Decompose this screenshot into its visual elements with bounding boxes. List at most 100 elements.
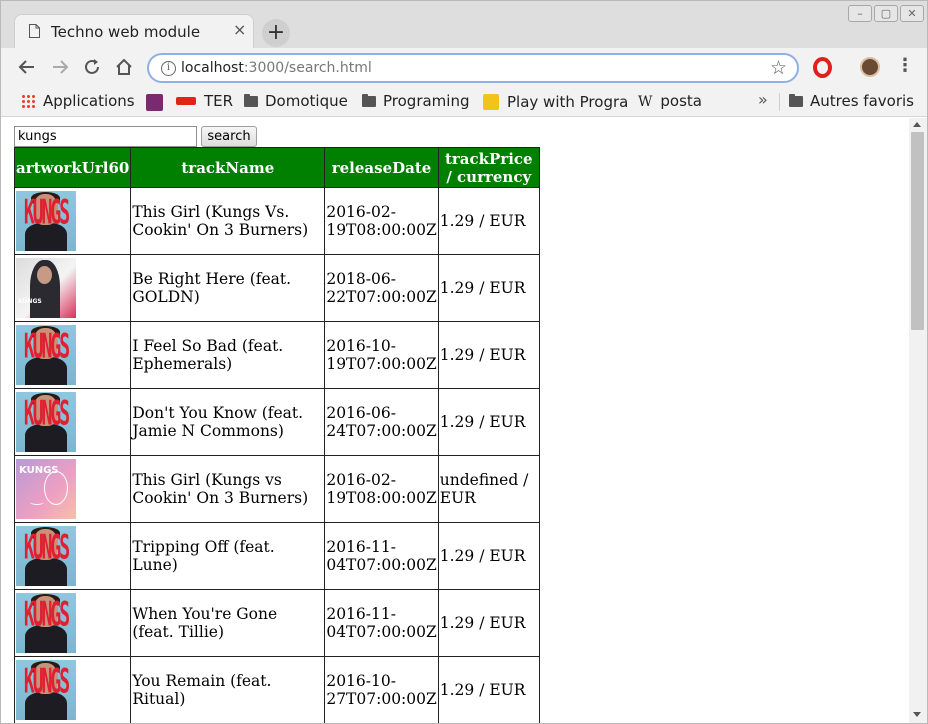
star-icon[interactable]: ☆ (770, 57, 787, 79)
vertical-scrollbar[interactable] (909, 118, 927, 723)
cell-price: 1.29 / EUR (437, 589, 540, 657)
artwork-text: KUNGS (23, 327, 70, 367)
document-icon (29, 24, 40, 38)
close-window-button[interactable]: ✕ (900, 5, 924, 22)
table-row: KUNGS Be Right Here (feat. GOLDN) 2018-06-… (13, 254, 540, 322)
folder-icon (362, 94, 376, 107)
artwork-text: KUNGS (23, 528, 70, 568)
back-icon[interactable] (16, 56, 38, 78)
cell-artwork: KUNGS (13, 187, 132, 255)
table-row: KUNGS When You're Gone (feat. Tillie) 2016… (13, 589, 540, 657)
cell-artwork: KUNGS (13, 321, 132, 389)
artwork-text: KUNGS (23, 394, 70, 434)
table-row: KUNGS This Girl (Kungs vs Cookin' On 3 Bu… (13, 455, 540, 523)
search-input[interactable] (14, 126, 197, 147)
album-artwork: KUNGS (16, 459, 76, 519)
folder-icon (244, 94, 258, 107)
cell-price: 1.29 / EUR (437, 187, 540, 255)
cell-artwork: KUNGS (13, 656, 132, 723)
scroll-down-icon[interactable] (913, 712, 921, 717)
cell-track-name: I Feel So Bad (feat. Ephemerals) (130, 321, 326, 389)
cell-price: 1.29 / EUR (437, 388, 540, 456)
bookmark-label: Autres favoris (810, 92, 914, 110)
column-header-track: trackName (130, 147, 326, 188)
new-tab-button[interactable]: + (262, 19, 290, 47)
cell-release-date: 2016-02-19T08:00:00Z (324, 455, 439, 523)
bookmark-other-favorites[interactable]: Autres favoris (789, 91, 914, 111)
apps-icon (21, 94, 35, 108)
url-text[interactable]: localhost:3000/search.html (181, 60, 372, 76)
url-path: :3000/search.html (243, 60, 372, 76)
cell-release-date: 2018-06-22T07:00:00Z (324, 254, 439, 322)
cell-release-date: 2016-10-27T07:00:00Z (324, 656, 439, 723)
info-icon[interactable]: i (161, 61, 176, 76)
cell-price: undefined / EUR (437, 455, 540, 523)
cell-release-date: 2016-10-19T07:00:00Z (324, 321, 439, 389)
table-row: KUNGS Don't You Know (feat. Jamie N Commo… (13, 388, 540, 456)
cell-release-date: 2016-11-04T07:00:00Z (324, 589, 439, 657)
cell-track-name: When You're Gone (feat. Tillie) (130, 589, 326, 657)
cell-track-name: You Remain (feat. Ritual) (130, 656, 326, 723)
cell-artwork: KUNGS (13, 455, 132, 523)
cell-price: 1.29 / EUR (437, 522, 540, 590)
cell-price: 1.29 / EUR (437, 254, 540, 322)
bookmark-label: Programing (383, 92, 470, 110)
bookmarks-bar: Applications TER Domotique Programing Pl… (1, 87, 927, 117)
forward-icon[interactable] (49, 56, 71, 78)
table-row: KUNGS You Remain (feat. Ritual) 2016-10-27… (13, 656, 540, 723)
bookmark-label: Domotique (265, 92, 348, 110)
home-icon[interactable] (113, 56, 135, 78)
scroll-thumb[interactable] (911, 132, 924, 330)
album-artwork: KUNGS (16, 593, 76, 653)
table-row: KUNGS Tripping Off (feat. Lune) 2016-11-04… (13, 522, 540, 590)
cell-release-date: 2016-11-04T07:00:00Z (324, 522, 439, 590)
close-tab-icon[interactable]: × (233, 21, 246, 39)
column-header-price: trackPrice / currency (437, 147, 540, 188)
bookmark-play-with-programming[interactable]: Play with Progra (483, 91, 628, 112)
wikipedia-icon: W (638, 94, 653, 110)
cell-release-date: 2016-02-19T08:00:00Z (324, 187, 439, 255)
pencil-logo-icon (483, 94, 499, 110)
bookmark-label: posta (660, 92, 702, 110)
cell-track-name: This Girl (Kungs Vs. Cookin' On 3 Burner… (130, 187, 326, 255)
cell-artwork: KUNGS (13, 388, 132, 456)
album-artwork: KUNGS (16, 191, 76, 251)
table-row: KUNGS I Feel So Bad (feat. Ephemerals) 201… (13, 321, 540, 389)
artwork-text: KUNGS (23, 595, 70, 635)
artwork-text: KUNGS (23, 193, 70, 233)
tab-title: Techno web module (51, 23, 201, 41)
album-artwork: KUNGS (16, 325, 76, 385)
cell-price: 1.29 / EUR (437, 321, 540, 389)
cell-release-date: 2016-06-24T07:00:00Z (324, 388, 439, 456)
sncf-logo-icon (176, 97, 196, 105)
cell-artwork: KUNGS (13, 522, 132, 590)
avatar[interactable] (860, 57, 880, 77)
opera-icon[interactable] (813, 57, 832, 78)
tab-techno-web-module[interactable]: Techno web module × (14, 14, 254, 48)
maximize-button[interactable]: ▢ (874, 5, 898, 22)
bookmark-site-logo[interactable] (146, 91, 171, 113)
folder-icon (789, 94, 803, 107)
bookmark-ter[interactable]: TER (176, 91, 233, 111)
minimize-button[interactable]: – (848, 5, 872, 22)
cell-price: 1.29 / EUR (437, 656, 540, 723)
column-header-release: releaseDate (324, 147, 439, 188)
menu-icon[interactable]: ⋮ (896, 55, 914, 76)
address-bar[interactable]: i localhost:3000/search.html ☆ (147, 53, 799, 83)
bookmark-posta[interactable]: Wposta (638, 91, 702, 112)
table-row: KUNGS This Girl (Kungs Vs. Cookin' On 3 B… (13, 187, 540, 255)
url-host: localhost (181, 60, 244, 76)
album-artwork: KUNGS (16, 258, 76, 318)
bookmarks-overflow-icon[interactable]: » (758, 90, 768, 109)
cell-artwork: KUNGS (13, 589, 132, 657)
search-button[interactable]: search (201, 126, 257, 147)
site-logo-icon (146, 94, 163, 111)
bookmark-domotique[interactable]: Domotique (244, 91, 348, 111)
album-artwork: KUNGS (16, 526, 76, 586)
bookmark-programing[interactable]: Programing (362, 91, 469, 111)
tab-strip: Techno web module × + – ▢ ✕ (1, 1, 927, 48)
scroll-up-icon[interactable] (913, 122, 921, 127)
reload-icon[interactable] (81, 56, 103, 78)
bookmark-applications[interactable]: Applications (21, 91, 135, 111)
bookmark-label: Applications (43, 92, 135, 110)
